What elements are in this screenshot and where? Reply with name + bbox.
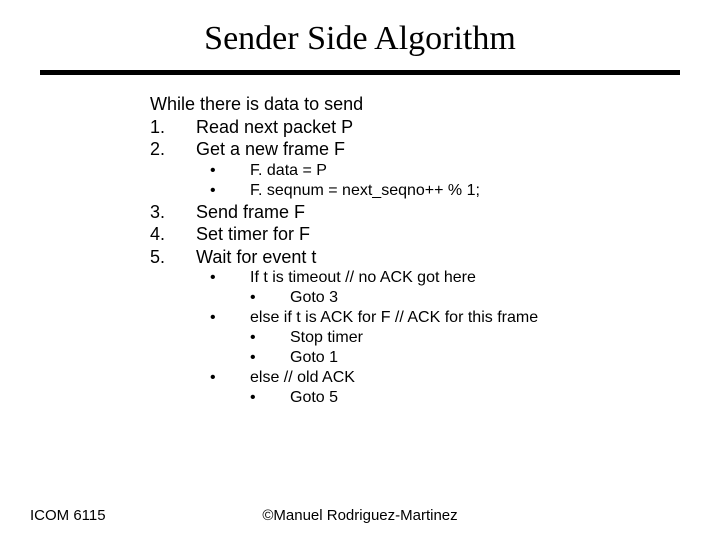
footer-course: ICOM 6115 bbox=[30, 507, 106, 524]
step-2: 2. Get a new frame F bbox=[150, 138, 690, 161]
slide: Sender Side Algorithm While there is dat… bbox=[0, 0, 720, 540]
footer-author: ©Manuel Rodriguez-Martinez bbox=[0, 507, 720, 524]
step-3: 3. Send frame F bbox=[150, 201, 690, 224]
step-2-sub-b: • F. seqnum = next_seqno++ % 1; bbox=[210, 181, 690, 201]
step-5-elseif-goto1: • Goto 1 bbox=[250, 348, 690, 368]
step-5-elseif-stop: • Stop timer bbox=[250, 328, 690, 348]
step-5-else-goto5: • Goto 5 bbox=[250, 388, 690, 408]
step-5-else: • else // old ACK bbox=[210, 368, 690, 388]
step-1: 1. Read next packet P bbox=[150, 116, 690, 139]
step-5-elseif: • else if t is ACK for F // ACK for this… bbox=[210, 308, 690, 328]
step-4: 4. Set timer for F bbox=[150, 223, 690, 246]
slide-footer: ICOM 6115 ©Manuel Rodriguez-Martinez bbox=[0, 507, 720, 524]
step-2-sub-a: • F. data = P bbox=[210, 161, 690, 181]
step-5: 5. Wait for event t bbox=[150, 246, 690, 269]
slide-body: While there is data to send 1. Read next… bbox=[150, 93, 690, 408]
while-line: While there is data to send bbox=[150, 93, 690, 116]
step-5-if-goto3: • Goto 3 bbox=[250, 288, 690, 308]
step-5-if: • If t is timeout // no ACK got here bbox=[210, 268, 690, 288]
slide-title: Sender Side Algorithm bbox=[30, 20, 690, 58]
title-rule bbox=[40, 70, 680, 75]
